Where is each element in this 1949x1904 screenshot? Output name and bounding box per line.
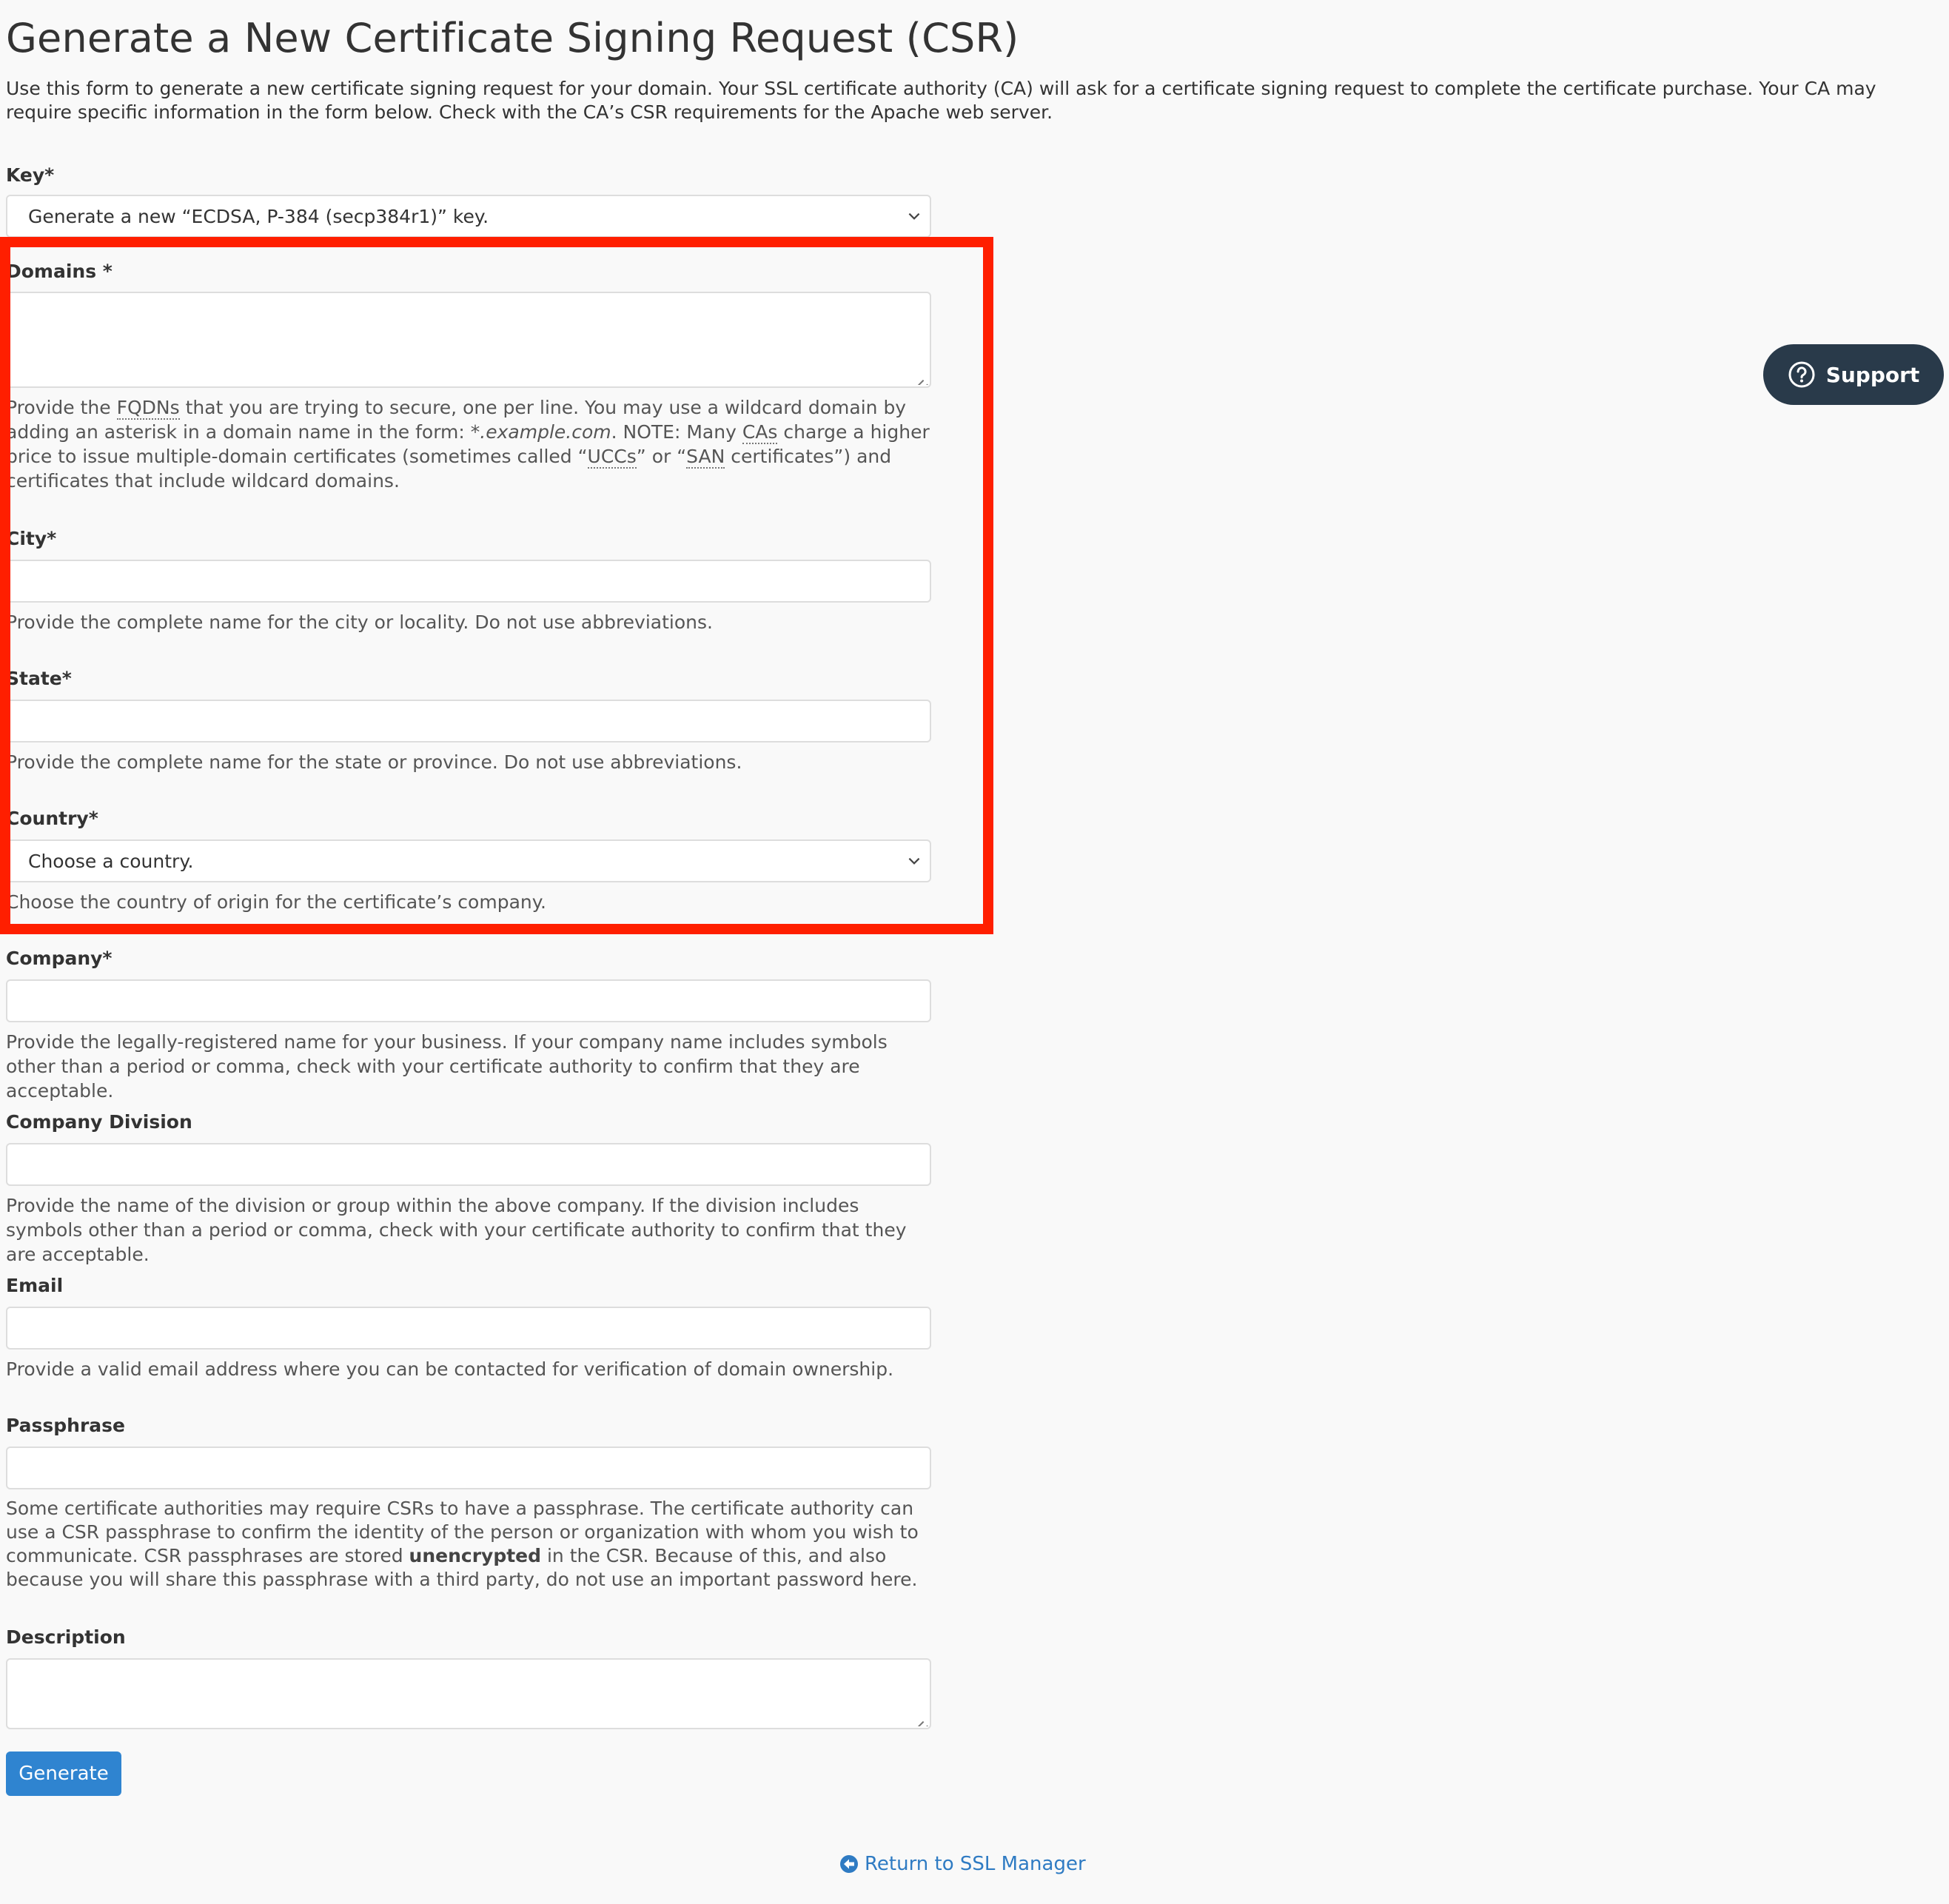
generate-button[interactable]: Generate xyxy=(6,1752,121,1796)
support-label: Support xyxy=(1825,362,1920,387)
description-textarea[interactable] xyxy=(6,1658,931,1729)
key-select-value: Generate a new “ECDSA, P-384 (secp384r1)… xyxy=(28,205,489,227)
email-help: Provide a valid email address where you … xyxy=(6,1358,894,1380)
company-division-input[interactable] xyxy=(6,1143,931,1186)
key-select[interactable]: Generate a new “ECDSA, P-384 (secp384r1)… xyxy=(6,195,931,238)
support-button[interactable]: Support xyxy=(1763,344,1944,405)
chevron-down-icon xyxy=(908,212,920,220)
email-input[interactable] xyxy=(6,1307,931,1350)
company-help: Provide the legally-registered name for … xyxy=(6,1031,888,1102)
company-division-help: Provide the name of the division or grou… xyxy=(6,1195,907,1265)
question-circle-icon xyxy=(1788,361,1815,388)
resize-grip-icon[interactable] xyxy=(915,1713,928,1726)
arrow-left-circle-icon xyxy=(840,1855,858,1873)
return-to-ssl-manager-link[interactable]: Return to SSL Manager xyxy=(839,1853,1086,1875)
passphrase-label: Passphrase xyxy=(6,1415,126,1436)
description-label: Description xyxy=(6,1626,126,1648)
company-label: Company* xyxy=(6,948,113,969)
return-link-label: Return to SSL Manager xyxy=(865,1853,1086,1875)
page-title: Generate a New Certificate Signing Reque… xyxy=(6,15,1019,61)
page-intro: Use this form to generate a new certific… xyxy=(6,78,1876,123)
email-label: Email xyxy=(6,1275,64,1296)
csr-page: Generate a New Certificate Signing Reque… xyxy=(0,0,1949,1904)
passphrase-input[interactable] xyxy=(6,1447,931,1489)
key-label: Key* xyxy=(6,164,55,186)
passphrase-help: Some certificate authorities may require… xyxy=(6,1498,919,1590)
company-input[interactable] xyxy=(6,979,931,1022)
highlight-box xyxy=(0,237,993,934)
company-division-label: Company Division xyxy=(6,1111,192,1133)
